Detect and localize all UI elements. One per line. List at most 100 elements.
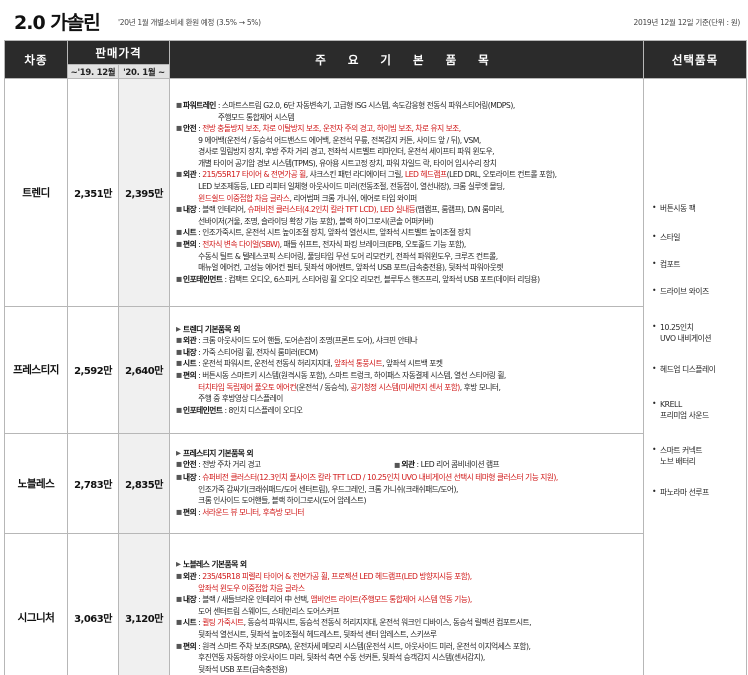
spec-text-segment: 주행모드 통합제어 시스템 (217, 112, 295, 122)
dot-bullet-icon: • (652, 445, 657, 454)
square-bullet-icon: ■ (176, 347, 182, 356)
square-bullet-icon: ■ (176, 336, 182, 345)
option-label-line: 버튼시동 팩 (660, 204, 696, 213)
spec-text: : 버튼시동 스마트키 시스템(원격시동 포함), 스마트 트렁크, 하이패스 … (198, 370, 639, 382)
spec-text: : 가죽 스티어링 휠, 전자식 룸미러(ECM) (198, 347, 639, 359)
dot-bullet-icon: • (652, 232, 657, 241)
col-header-trim: 차종 (4, 40, 68, 79)
spec-line: ■ 편의: 서라운드 뷰 모니터, 후측방 모니터 (176, 507, 639, 519)
spec-line: 안전9 에어백(운전석 / 동승석 어드밴스드 에어백, 운전석 무릎, 전복감… (176, 135, 639, 147)
spec-cell: ■ 파워트레인: 스마트스트림 G2.0, 6단 자동변속기, 고급형 ISG 시… (169, 77, 645, 308)
option-label-line: 파노라마 선루프 (660, 488, 709, 497)
spec-text-segment: 주행 중 후방영상 디스플레이 (198, 394, 283, 404)
square-bullet-icon (176, 262, 183, 274)
square-bullet-icon (176, 495, 183, 507)
square-bullet-icon: ■ (176, 618, 182, 627)
spec-text-segment: , 후방 모니터, (459, 382, 501, 392)
square-bullet-icon (176, 193, 183, 205)
option-label: 헤드업 디스플레이 (660, 364, 716, 375)
spec-text-segment: : 블랙 인테리어, (198, 205, 248, 215)
spec-text-segment: : 8인치 디스플레이 오디오 (224, 405, 303, 415)
options-list: • 버튼시동 팩 • 스타일 • 컴포트 • 드라이브 와이즈 • 10.25인치 UVO 내비게이… (652, 79, 746, 675)
spec-line: ■ 파워트레인: 스마트스트림 G2.0, 6단 자동변속기, 고급형 ISG 시… (176, 100, 639, 112)
spec-text: : 8인치 디스플레이 오디오 (224, 405, 639, 417)
dot-bullet-icon: • (652, 286, 657, 295)
spec-text-segment: 뒷좌석 열선시트, 뒷좌석 높이조절식 헤드레스트, 뒷좌석 센터 암레스트, … (198, 629, 437, 639)
col-header-price-19: ~'19. 12월 (67, 64, 119, 79)
spec-text-segment: 퀼팅 가죽시트 (202, 618, 244, 628)
option-label-line: KRELL (660, 400, 682, 409)
spec-text: : 운전석 파워시트, 운전석 전동식 허리지지대, 앞좌석 통풍시트, 앞좌석… (198, 358, 639, 370)
trim-name: 트렌디 (4, 77, 68, 308)
square-bullet-icon (176, 583, 183, 595)
spec-text: : 235/45R18 피렐리 타이어 & 전면가공 휠, 프로젝션 LED 헤… (198, 571, 639, 583)
spec-category: 편의 (183, 240, 197, 250)
spec-text-segment: : LED 리어 콤비네이션 램프 (416, 460, 500, 470)
spec-text: : 크롬 아웃사이드 도어 핸들, 도어손잡이 조명(프론트 도어), 샤크핀 … (198, 335, 639, 347)
square-bullet-icon (176, 393, 183, 405)
base-specs-label: 노블레스 기본품목 외 (183, 560, 247, 570)
spec-cell: ▶ 프레스티지 기본품목 외 ■ 안전: 전방 주차 거리 경고 ■ 외관: LED 리… (169, 432, 645, 534)
square-bullet-icon (176, 251, 183, 263)
price-2020: 2,835만 (117, 432, 171, 534)
spec-text: 매뉴얼 에어컨, 고성능 에어컨 필터, 뒷좌석 에어벤트, 앞좌석 USB 포… (198, 262, 639, 274)
spec-text-segment: : 스마트스트림 G2.0, 6단 자동변속기, 고급형 ISG 시스템, 속도… (217, 100, 515, 110)
spec-line: 편의수동식 틸트 & 텔레스코픽 스티어링, 풀딩타입 무선 도어 리모컨키, … (176, 251, 639, 263)
square-bullet-icon (176, 112, 183, 124)
option-label: 컴포트 (660, 259, 680, 270)
spec-line: 파워트레인주행모드 통합제어 시스템 (176, 112, 639, 124)
price-2019: 2,351만 (67, 77, 119, 308)
triangle-bullet-icon: ▶ (176, 324, 181, 333)
spec-text-segment: 215/55R17 타이어 & 전면가공 휠 (202, 170, 306, 180)
spec-text-segment: , 패들 쉬프트, 전자식 파킹 브레이크(EPB, 오토홀드 기능 포함), (279, 240, 467, 250)
spec-text: 뒷좌석 USB 포트(급속충전용) (198, 664, 639, 675)
spec-line: 안전개별 타이어 공기압 경보 시스템(TPMS), 유아용 시트고정 장치, … (176, 158, 639, 170)
spec-line: ■ 외관: 크롬 아웃사이드 도어 핸들, 도어손잡이 조명(프론트 도어), 샤… (176, 335, 639, 347)
square-bullet-icon: ■ (176, 507, 182, 516)
spec-category: 시트 (183, 618, 197, 628)
spec-category: 내장 (183, 205, 197, 215)
spec-line: 내장인조가죽 감싸기(크래쉬패드/도어 센터트림), 우드그레인, 크롬 가니쉬… (176, 484, 639, 496)
spec-cell: ▶ 트렌디 기본품목 외 ■ 외관: 크롬 아웃사이드 도어 핸들, 도어손잡이 조명… (169, 306, 645, 434)
square-bullet-icon: ■ (176, 405, 182, 414)
square-bullet-icon: ■ (176, 170, 182, 179)
square-bullet-icon (176, 484, 183, 496)
option-label: 드라이브 와이즈 (660, 286, 709, 297)
square-bullet-icon (176, 606, 183, 618)
spec-text: : 215/55R17 타이어 & 전면가공 휠, 샤크스킨 패턴 라디에이터 … (198, 169, 639, 181)
spec-text-segment: 235/45R18 피렐리 타이어 & 전면가공 휠, 프로젝션 LED 헤드램… (202, 571, 472, 581)
option-item: • KRELL 프리미엄 사운드 (652, 399, 709, 421)
spec-category: 편의 (183, 370, 197, 380)
spec-text: : 퀼팅 가죽시트, 동승석 파워시트, 동승석 전동식 허리지지대, 운전석 … (198, 617, 639, 629)
spec-text: 앞좌석 윈도우 이중접합 차음 글라스 (198, 583, 639, 595)
spec-text-segment: 도어 센터트림 스웨이드, 스테인리스 도어스커프 (198, 606, 340, 616)
spec-text-segment: LED 보조제동등, LED 리피터 일체형 아웃사이드 미러(전동조절, 전동… (198, 182, 505, 192)
spec-text-segment: : 크롬 아웃사이드 도어 핸들, 도어손잡이 조명(프론트 도어), 샤크핀 … (198, 336, 418, 346)
price-basis: 2019년 12월 12일 기준(단위 : 원) (633, 18, 741, 27)
base-specs-label: 프레스티지 기본품목 외 (183, 448, 254, 458)
spec-text: : 전자식 변속 다이얼(SBW), 패들 쉬프트, 전자식 파킹 브레이크(E… (198, 239, 639, 251)
spec-line: ■ 인포테인먼트: 8인치 디스플레이 오디오 (176, 405, 639, 417)
spec-line: 내장크롬 인사이드 도어핸들, 블랙 하이그로시(도어 암레스트) (176, 495, 639, 507)
spec-category: 편의 (183, 641, 197, 651)
spec-category: 외관 (401, 460, 415, 470)
spec-text: : 블랙 인테리어, 슈퍼비전 클러스터(4.2인치 칼라 TFT LCD), … (198, 204, 639, 216)
spec-text-segment: 슈퍼비전 클러스터(12.3인치 풀사이즈 칼라 TFT LCD / 10.25… (202, 473, 558, 483)
option-label-line: UVO 내비게이션 (660, 334, 712, 343)
spec-text-segment: 앞좌석 통풍시트 (334, 359, 383, 369)
triangle-bullet-icon: ▶ (176, 560, 181, 569)
price-2020: 2,640만 (117, 306, 171, 434)
spec-line: ■ 외관: 235/45R18 피렐리 타이어 & 전면가공 휠, 프로젝션 LE… (176, 571, 639, 583)
spec-text-segment: 윈드쉴드 이중접합 차음 글라스 (198, 193, 290, 203)
spec-text-segment: : 원격 스마트 주차 보조(RSPA), 운전자세 메모리 시스템(운전석 시… (198, 641, 531, 651)
option-label-line: 헤드업 디스플레이 (660, 365, 716, 374)
spec-text-segment: 선바이저(거울, 조명, 슬라이딩 확장 기능 포함), 블랙 하이그로시(콘솔… (198, 216, 434, 226)
spec-text: : 서라운드 뷰 모니터, 후측방 모니터 (198, 507, 639, 519)
spec-line: ■ 안전: 전방 충돌방지 보조, 차로 이탈방지 보조, 운전자 주의 경고, … (176, 123, 639, 135)
spec-text-segment: (LED DRL, 오토라이트 컨트롤 포함), (446, 170, 558, 180)
spec-text: 인조가죽 감싸기(크래쉬패드/도어 센터트림), 우드그레인, 크롬 가니쉬(크… (198, 484, 639, 496)
spec-category: 인포테인먼트 (183, 274, 223, 284)
spec-line: ■ 외관: 215/55R17 타이어 & 전면가공 휠, 샤크스킨 패턴 라디에… (176, 169, 639, 181)
price-2020: 2,395만 (117, 77, 171, 308)
option-label-line: 드라이브 와이즈 (660, 287, 709, 296)
